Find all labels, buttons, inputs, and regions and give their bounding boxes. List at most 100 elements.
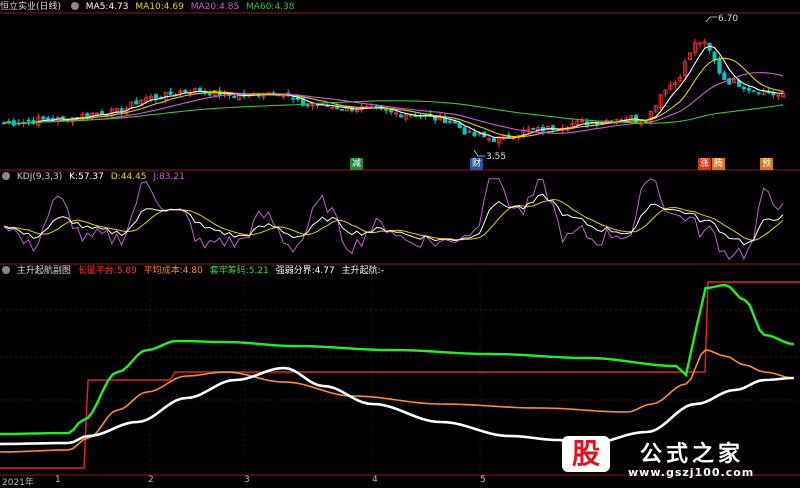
candlestick [776,94,781,101]
candlestick [462,126,467,135]
candlestick [629,114,634,122]
candlestick [11,117,16,128]
candlestick [491,137,496,143]
candlestick [467,128,472,134]
candlestick [712,51,717,65]
candlestick [751,89,756,93]
candle-body [340,108,345,111]
candlestick [707,42,712,54]
signal-tag: 涨 [698,158,712,170]
candlestick [31,116,36,126]
x-axis-label: 5 [480,475,486,485]
candle-body [183,89,188,93]
trapped-chips-line [0,283,794,436]
candle-body [717,58,722,74]
candlestick [702,38,707,48]
candlestick [668,81,673,91]
candle-body [153,94,158,100]
watermark-title: 公式之家 [640,442,745,467]
candlestick [80,111,85,121]
candlestick [193,87,198,94]
signal-tag: 预 [760,158,774,170]
candle-body [491,137,496,143]
low-price-marker: 3.55 [486,152,507,162]
signal-tag: 减 [350,158,364,170]
candle-body [291,97,296,100]
x-axis-label: 3 [244,475,250,485]
candle-body [756,92,761,95]
candlestick [663,89,668,98]
candlestick [305,104,310,108]
candlestick [658,94,663,111]
candlestick [6,118,11,125]
candlestick [741,85,746,93]
candlestick [384,108,389,114]
candlestick [653,104,658,114]
candlestick [639,120,644,128]
kdj-lines [3,178,784,261]
candle-body [457,122,462,129]
candle-body [168,91,173,95]
candlestick [16,119,21,126]
candlestick [148,93,153,103]
candlestick [349,106,354,113]
candle-body [335,106,340,110]
candlestick [212,89,217,97]
candlestick-series [2,38,786,148]
candle-body [305,104,310,107]
candlestick [678,74,683,83]
candlestick [692,38,697,57]
low-marker-pointer [473,149,485,157]
candlestick [134,97,139,105]
candlestick [771,90,776,99]
candle-body [741,86,746,90]
high-price-marker: 6.70 [718,14,739,24]
candlestick [188,89,193,98]
x-axis-label: 2 [148,475,154,485]
candle-body [722,72,727,81]
candlestick [403,113,408,123]
candle-body [384,108,389,111]
candlestick [545,125,550,131]
stock-chart[interactable] [0,0,800,488]
candlestick [232,95,237,99]
watermark-logo-glyph: 股 [571,437,600,470]
candlestick [310,103,315,110]
candle-body [531,127,536,130]
candlestick [207,90,212,98]
ma10-line [3,57,784,138]
candle-body [389,109,394,113]
candle-body [751,90,756,93]
candle-body [771,92,776,96]
j-line [3,178,784,261]
candlestick [36,113,41,128]
x-axis-label: 4 [372,475,378,485]
candlestick [408,114,413,118]
candle-body [232,95,237,98]
k-line [3,193,784,246]
candlestick [393,111,398,117]
candle-body [134,100,139,105]
candlestick [697,42,702,48]
candlestick [398,113,403,119]
candle-body [447,120,452,123]
candlestick [168,87,173,96]
high-marker-pointer [705,16,717,23]
watermark-logo-badge: 股 [562,436,610,472]
ma5-line [3,45,784,139]
x-axis-label-year: 2021年 [2,478,34,488]
candlestick [487,135,492,143]
candle-body [746,88,751,91]
candlestick [526,125,531,134]
candle-body [452,121,457,124]
candle-body [472,132,477,137]
candlestick [222,90,227,98]
candlestick [756,91,761,96]
candle-body [41,116,46,120]
candlestick [722,69,727,81]
signal-tag: 腾 [712,158,726,170]
candlestick [26,117,31,126]
candle-body [398,114,403,118]
signal-tag: 财 [470,158,484,170]
candlestick [727,77,732,85]
